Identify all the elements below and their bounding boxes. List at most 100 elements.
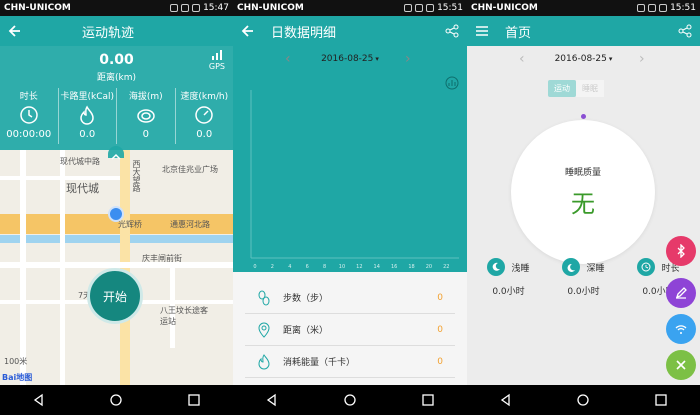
mode-toggle: 运动 睡眠 [548, 80, 604, 97]
metric-value: 0 [437, 324, 443, 335]
system-nav-bar [0, 385, 233, 415]
stats-row: 时长 00:00:00 卡路里(kCal) 0.0 海拔(m) 0 速度(km/… [0, 88, 233, 144]
map-scale: 100米 [4, 357, 28, 366]
back-nav-icon[interactable] [265, 393, 279, 407]
x-tick-label: 22 [443, 264, 449, 270]
tab-sport[interactable]: 运动 [548, 80, 576, 97]
recents-nav-icon[interactable] [187, 393, 201, 407]
recents-nav-icon[interactable] [421, 393, 435, 407]
location-pin-icon [258, 322, 270, 338]
x-tick-label: 4 [288, 264, 291, 270]
x-tick-label: 12 [356, 264, 362, 270]
stat-label: 卡路里(kCal) [60, 92, 115, 102]
sleep-quality-ring: 睡眠质量 无 [511, 120, 655, 264]
home-screen: CHN-UNICOM 15:51 首页 ‹ 2016-08-25 ▾ › 运动 … [467, 0, 700, 415]
home-body: ‹ 2016-08-25 ▾ › 运动 睡眠 睡眠质量 无 浅睡 0.0小时 深… [467, 46, 700, 385]
stats-overlay: GPS 0.00 距离(km) 时长 00:00:00 卡路里(kCal) 0.… [0, 46, 233, 150]
map-label: 庆丰闸前街 [142, 254, 182, 263]
system-nav-bar [233, 385, 467, 415]
battery-icon [192, 4, 201, 12]
back-nav-icon[interactable] [32, 393, 46, 407]
x-tick-label: 6 [306, 264, 309, 270]
stat-speed: 速度(km/h) 0.0 [176, 88, 234, 144]
moon-icon [493, 262, 501, 271]
menu-button[interactable] [467, 16, 497, 46]
signal-fab[interactable] [666, 314, 696, 344]
home-nav-icon[interactable] [576, 393, 590, 407]
caret-down-icon: ▾ [608, 55, 613, 63]
speed-icon [195, 106, 213, 124]
start-button[interactable]: 开始 [87, 268, 143, 324]
stat-label: 速度(km/h) [180, 92, 229, 102]
distance-value: 0.00 [99, 52, 134, 68]
carrier-label: CHN-UNICOM [237, 3, 304, 13]
stat-calories: 卡路里(kCal) 0.0 [59, 88, 117, 144]
page-title: 日数据明细 [271, 25, 337, 41]
quality-label: 睡眠质量 [564, 168, 601, 178]
arrow-left-icon [241, 25, 253, 37]
stat-value: 0.0 [79, 129, 96, 140]
x-tick-label: 20 [426, 264, 432, 270]
edit-fab[interactable] [666, 278, 696, 308]
bluetooth-icon [404, 4, 413, 12]
close-icon [676, 360, 686, 370]
date-label[interactable]: 2016-08-25 [555, 54, 607, 64]
sleep-label: 深睡 [586, 263, 605, 274]
signal-icon [181, 4, 190, 12]
app-bar: 日数据明细 [233, 16, 467, 46]
status-bar: CHN-UNICOM 15:51 [233, 0, 467, 16]
current-location-marker [108, 206, 124, 222]
bluetooth-icon [637, 4, 646, 12]
battery-icon [426, 4, 435, 12]
metric-distance: 距离（米） 0 [245, 314, 455, 346]
sleep-label: 浅睡 [511, 263, 530, 274]
metric-value: 0 [437, 356, 443, 367]
map-brand-logo: Bai地图 [2, 373, 33, 382]
status-bar: CHN-UNICOM 15:47 [0, 0, 233, 16]
close-fab[interactable] [666, 350, 696, 380]
map-label: 光辉桥 [118, 220, 142, 229]
back-button[interactable] [233, 16, 263, 46]
map-label: 西大望路 [132, 160, 141, 192]
back-nav-icon[interactable] [499, 393, 513, 407]
stat-value: 00:00:00 [6, 129, 52, 140]
arrow-left-icon [8, 25, 20, 37]
recents-nav-icon[interactable] [654, 393, 668, 407]
sleep-value: 0.0小时 [567, 287, 600, 297]
tab-sleep[interactable]: 睡眠 [576, 80, 604, 97]
page-title: 运动轨迹 [82, 25, 135, 41]
home-nav-icon[interactable] [343, 393, 357, 407]
home-nav-icon[interactable] [109, 393, 123, 407]
share-button[interactable] [670, 16, 700, 46]
signal-icon [648, 4, 657, 12]
clock-icon [641, 262, 651, 272]
share-button[interactable] [437, 16, 467, 46]
metric-label: 距离（米） [283, 326, 329, 336]
x-tick-label: 0 [253, 264, 256, 270]
flame-icon [80, 105, 95, 125]
pencil-icon [675, 287, 687, 299]
clock-time: 15:51 [670, 3, 696, 13]
clock-time: 15:51 [437, 3, 463, 13]
distance-label: 距离(km) [96, 73, 136, 83]
battery-icon [659, 4, 668, 12]
map-label: 北京佳兆业广场 [162, 165, 218, 174]
bluetooth-icon [170, 4, 179, 12]
flame-icon [258, 353, 270, 369]
bluetooth-fab[interactable] [666, 236, 696, 266]
clock-icon [20, 106, 38, 124]
app-bar: 首页 [467, 16, 700, 46]
next-date-button[interactable]: › [639, 51, 645, 67]
back-button[interactable] [0, 16, 30, 46]
collapse-toggle[interactable] [108, 146, 124, 160]
metric-label: 步数（步） [283, 294, 329, 304]
status-bar: CHN-UNICOM 15:51 [467, 0, 700, 16]
stat-value: 0 [142, 129, 149, 140]
map-label: 通惠河北路 [170, 220, 210, 229]
carrier-label: CHN-UNICOM [471, 3, 538, 13]
wifi-signal-icon [675, 325, 687, 334]
hamburger-menu-icon [476, 26, 488, 36]
prev-date-button[interactable]: ‹ [519, 51, 525, 67]
stat-duration: 时长 00:00:00 [0, 88, 59, 144]
x-tick-label: 18 [408, 264, 414, 270]
